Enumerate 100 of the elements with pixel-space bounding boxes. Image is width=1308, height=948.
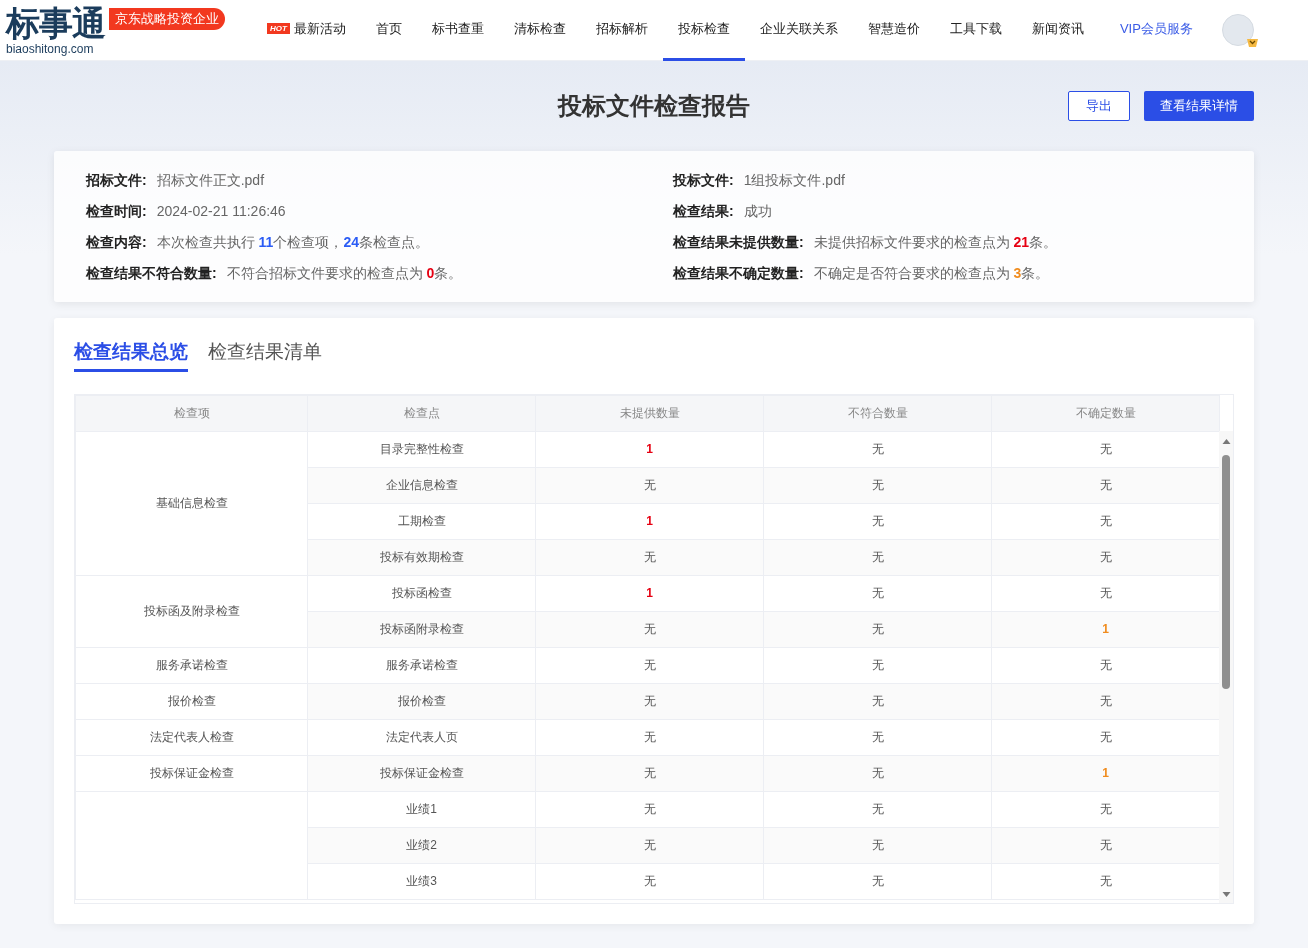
table-cell: 1 <box>535 503 764 539</box>
table-cell: 无 <box>991 503 1220 539</box>
table-cell: 投标有效期检查 <box>307 539 536 575</box>
info-value: 不确定是否符合要求的检查点为 3条。 <box>813 264 1050 282</box>
info-value: 不符合招标文件要求的检查点为 0条。 <box>226 264 463 282</box>
table-cell: 无 <box>535 683 764 719</box>
table-cell: 无 <box>991 683 1220 719</box>
nav-link[interactable]: 新闻资讯 <box>1016 0 1099 61</box>
hot-badge: HOT <box>267 23 290 34</box>
table-cell: 无 <box>763 611 992 647</box>
table-cell: 无 <box>535 827 764 863</box>
nav-link[interactable]: 清标检查 <box>498 0 581 61</box>
info-value: 未提供招标文件要求的检查点为 21条。 <box>813 233 1058 251</box>
table-cell: 无 <box>991 575 1220 611</box>
info-label: 检查结果不确定数量: <box>673 264 804 282</box>
table-cell: 1 <box>535 575 764 611</box>
details-button[interactable]: 查看结果详情 <box>1144 91 1254 121</box>
column-header: 检查点 <box>307 395 536 431</box>
table-cell: 无 <box>763 827 992 863</box>
info-label: 检查时间: <box>86 202 147 220</box>
info-value: 1组投标文件.pdf <box>743 171 845 189</box>
nav-link[interactable]: 首页 <box>360 0 417 61</box>
info-value: 本次检查共执行 11个检查项，24条检查点。 <box>156 233 429 251</box>
nav-link[interactable]: 招标解析 <box>580 0 663 61</box>
group-cell: 基础信息检查 <box>75 431 308 575</box>
table-cell: 1 <box>535 431 764 467</box>
table-cell: 无 <box>535 467 764 503</box>
export-button[interactable]: 导出 <box>1068 91 1130 121</box>
table-cell: 无 <box>763 647 992 683</box>
column-header: 检查项 <box>75 395 308 431</box>
group-cell: 报价检查 <box>75 683 308 719</box>
table-cell: 法定代表人页 <box>307 719 536 755</box>
table-cell: 无 <box>763 719 992 755</box>
info-label: 检查结果不符合数量: <box>86 264 217 282</box>
table-cell: 无 <box>535 863 764 899</box>
nav-link[interactable]: VIP会员服务 <box>1104 0 1208 61</box>
table-cell: 目录完整性检查 <box>307 431 536 467</box>
table-cell: 投标保证金检查 <box>307 755 536 791</box>
table-cell: 无 <box>763 683 992 719</box>
table-cell: 业绩2 <box>307 827 536 863</box>
page-title: 投标文件检查报告 <box>558 91 750 121</box>
table-cell: 业绩1 <box>307 791 536 827</box>
table-cell: 投标函附录检查 <box>307 611 536 647</box>
scrollbar[interactable] <box>1219 430 1233 903</box>
tab[interactable]: 检查结果清单 <box>208 338 322 372</box>
group-cell: 投标保证金检查 <box>75 755 308 791</box>
nav-link[interactable]: HOT 最新活动 <box>252 0 361 61</box>
table-cell: 无 <box>991 539 1220 575</box>
table-cell: 1 <box>991 611 1220 647</box>
info-value: 招标文件正文.pdf <box>156 171 265 189</box>
table-cell: 企业信息检查 <box>307 467 536 503</box>
table-cell: 无 <box>535 647 764 683</box>
info-label: 检查结果: <box>673 202 734 220</box>
table-cell: 服务承诺检查 <box>307 647 536 683</box>
table-cell: 无 <box>763 863 992 899</box>
logo-domain: biaoshitong.com <box>6 42 95 56</box>
tab[interactable]: 检查结果总览 <box>74 338 188 372</box>
logo-mark: 标事通 <box>6 4 105 42</box>
logo-badge: 京东战略投资企业 <box>109 8 225 30</box>
table-cell: 无 <box>763 791 992 827</box>
table-cell: 报价检查 <box>307 683 536 719</box>
table-cell: 无 <box>535 719 764 755</box>
table-cell: 无 <box>763 431 992 467</box>
info-label: 检查结果未提供数量: <box>673 233 804 251</box>
table-cell: 无 <box>763 503 992 539</box>
table-cell: 无 <box>535 611 764 647</box>
column-header: 未提供数量 <box>535 395 764 431</box>
table-cell: 无 <box>991 719 1220 755</box>
group-cell: 服务承诺检查 <box>75 647 308 683</box>
group-cell: 法定代表人检查 <box>75 719 308 755</box>
scroll-thumb[interactable] <box>1222 454 1230 689</box>
info-label: 投标文件: <box>673 171 734 189</box>
info-label: 检查内容: <box>86 233 147 251</box>
table-cell: 无 <box>763 575 992 611</box>
nav-link[interactable]: 标书查重 <box>416 0 499 61</box>
table-cell: 无 <box>535 791 764 827</box>
nav-link[interactable]: 智慧造价 <box>852 0 935 61</box>
table-cell: 无 <box>991 863 1220 899</box>
table-cell: 无 <box>991 791 1220 827</box>
nav-link[interactable]: 工具下载 <box>934 0 1017 61</box>
table-cell: 无 <box>991 467 1220 503</box>
column-header: 不确定数量 <box>991 395 1220 431</box>
table-cell: 无 <box>991 431 1220 467</box>
info-value: 2024-02-21 11:26:46 <box>156 202 286 220</box>
nav-link[interactable]: 企业关联关系 <box>744 0 853 61</box>
chevron-down-icon <box>1245 37 1259 48</box>
table-cell: 工期检查 <box>307 503 536 539</box>
table-cell: 无 <box>535 539 764 575</box>
info-value: 成功 <box>743 202 772 220</box>
table-cell: 无 <box>763 539 992 575</box>
table-cell: 1 <box>991 755 1220 791</box>
group-cell: 投标函及附录检查 <box>75 575 308 647</box>
table-cell: 无 <box>763 755 992 791</box>
table-cell: 无 <box>535 755 764 791</box>
table-cell: 业绩3 <box>307 863 536 899</box>
column-header: 不符合数量 <box>763 395 992 431</box>
table-cell: 无 <box>763 467 992 503</box>
table-cell: 无 <box>991 827 1220 863</box>
table-cell: 投标函检查 <box>307 575 536 611</box>
info-label: 招标文件: <box>86 171 147 189</box>
